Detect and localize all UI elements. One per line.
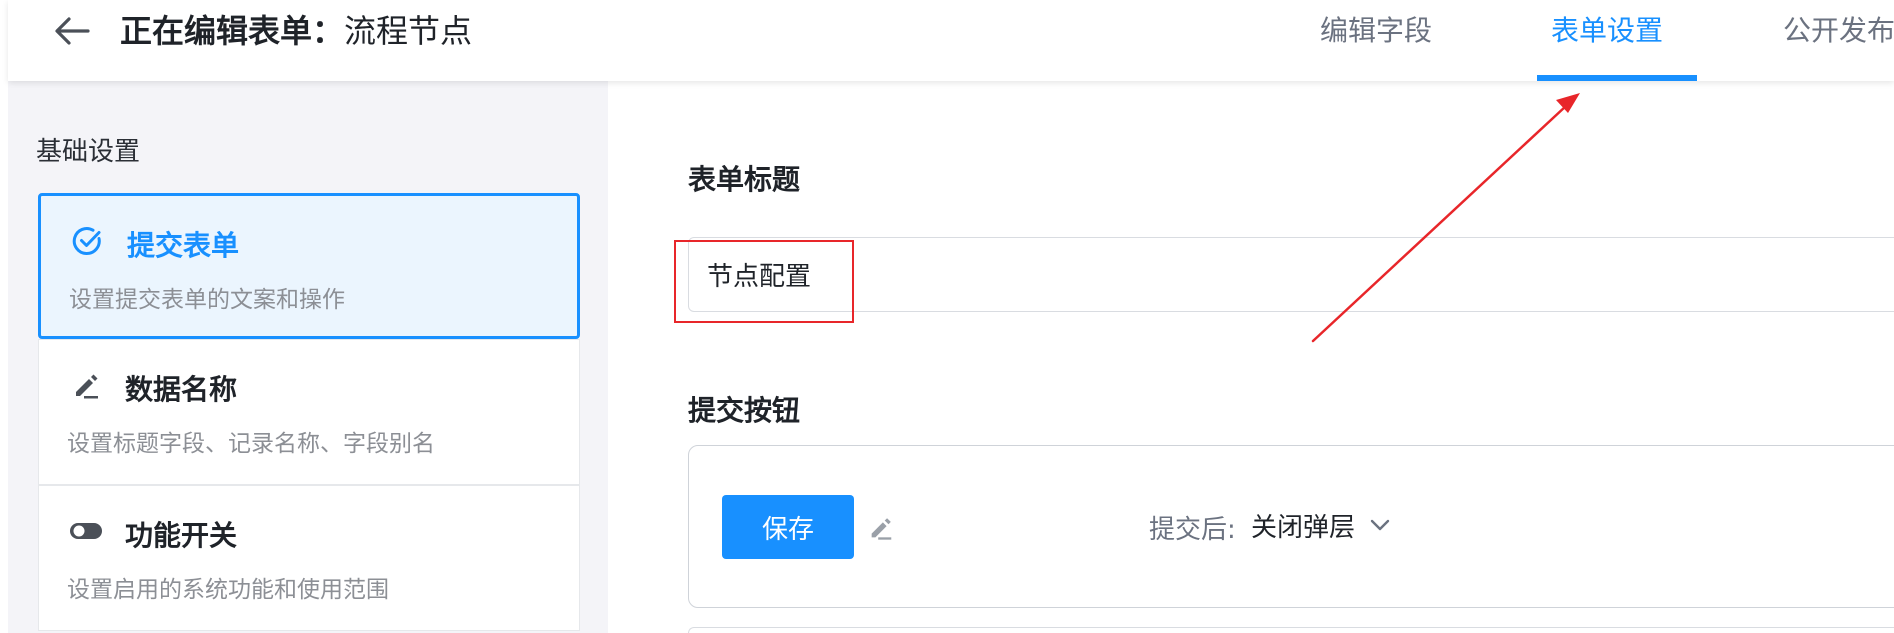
toggle-icon [69,514,103,548]
annotation-highlight-box [674,240,854,323]
chevron-down-icon [1370,519,1390,531]
sidebar-item-label: 功能开关 [125,519,238,552]
back-button[interactable] [44,8,100,54]
submit-button-heading: 提交按钮 [688,394,801,427]
sidebar-heading: 基础设置 [36,137,141,167]
page-title: 正在编辑表单：流程节点 [120,10,472,52]
form-title-input[interactable]: 节点配置 [688,237,1894,312]
sidebar-item-label: 数据名称 [125,373,238,406]
sidebar-item-desc: 设置提交表单的文案和操作 [69,287,345,313]
sidebar-item-desc: 设置启用的系统功能和使用范围 [67,577,389,603]
after-submit-select[interactable]: 关闭弹层 [1251,505,1391,545]
active-tab-indicator [1537,75,1697,81]
form-title-heading: 表单标题 [688,163,801,196]
submit-button-config: 保存 提交后: 关闭弹层 [688,445,1894,608]
page-title-prefix: 正在编辑表单： [120,12,345,50]
sidebar-item-feature-switch[interactable]: 功能开关 设置启用的系统功能和使用范围 [38,485,580,631]
sidebar-item-submit-form[interactable]: 提交表单 设置提交表单的文案和操作 [38,193,580,339]
sidebar-item-label: 提交表单 [127,229,240,262]
pencil-icon [871,518,892,540]
tab-edit-fields[interactable]: 编辑字段 [1320,10,1432,52]
top-header: 正在编辑表单：流程节点 编辑字段 表单设置 公开发布 [8,0,1894,81]
settings-sidebar: 基础设置 提交表单 设置提交表单的文案和操作 数据名称 设置标题字段、记录名称、… [8,81,608,633]
after-submit-value: 关闭弹层 [1251,512,1356,543]
tab-public-release[interactable]: 公开发布 [1783,10,1894,52]
sidebar-item-desc: 设置标题字段、记录名称、字段别名 [67,431,435,457]
edit-button-label[interactable] [865,512,897,544]
next-section-edge [688,627,1894,633]
pencil-icon [69,368,103,402]
arrow-left-icon [55,17,90,45]
form-name: 流程节点 [344,12,473,50]
save-button[interactable]: 保存 [722,495,854,559]
sidebar-item-data-name[interactable]: 数据名称 设置标题字段、记录名称、字段别名 [38,339,580,485]
after-submit-label: 提交后: [1149,515,1236,545]
check-circle-icon [71,224,105,258]
tab-form-settings[interactable]: 表单设置 [1551,10,1663,52]
